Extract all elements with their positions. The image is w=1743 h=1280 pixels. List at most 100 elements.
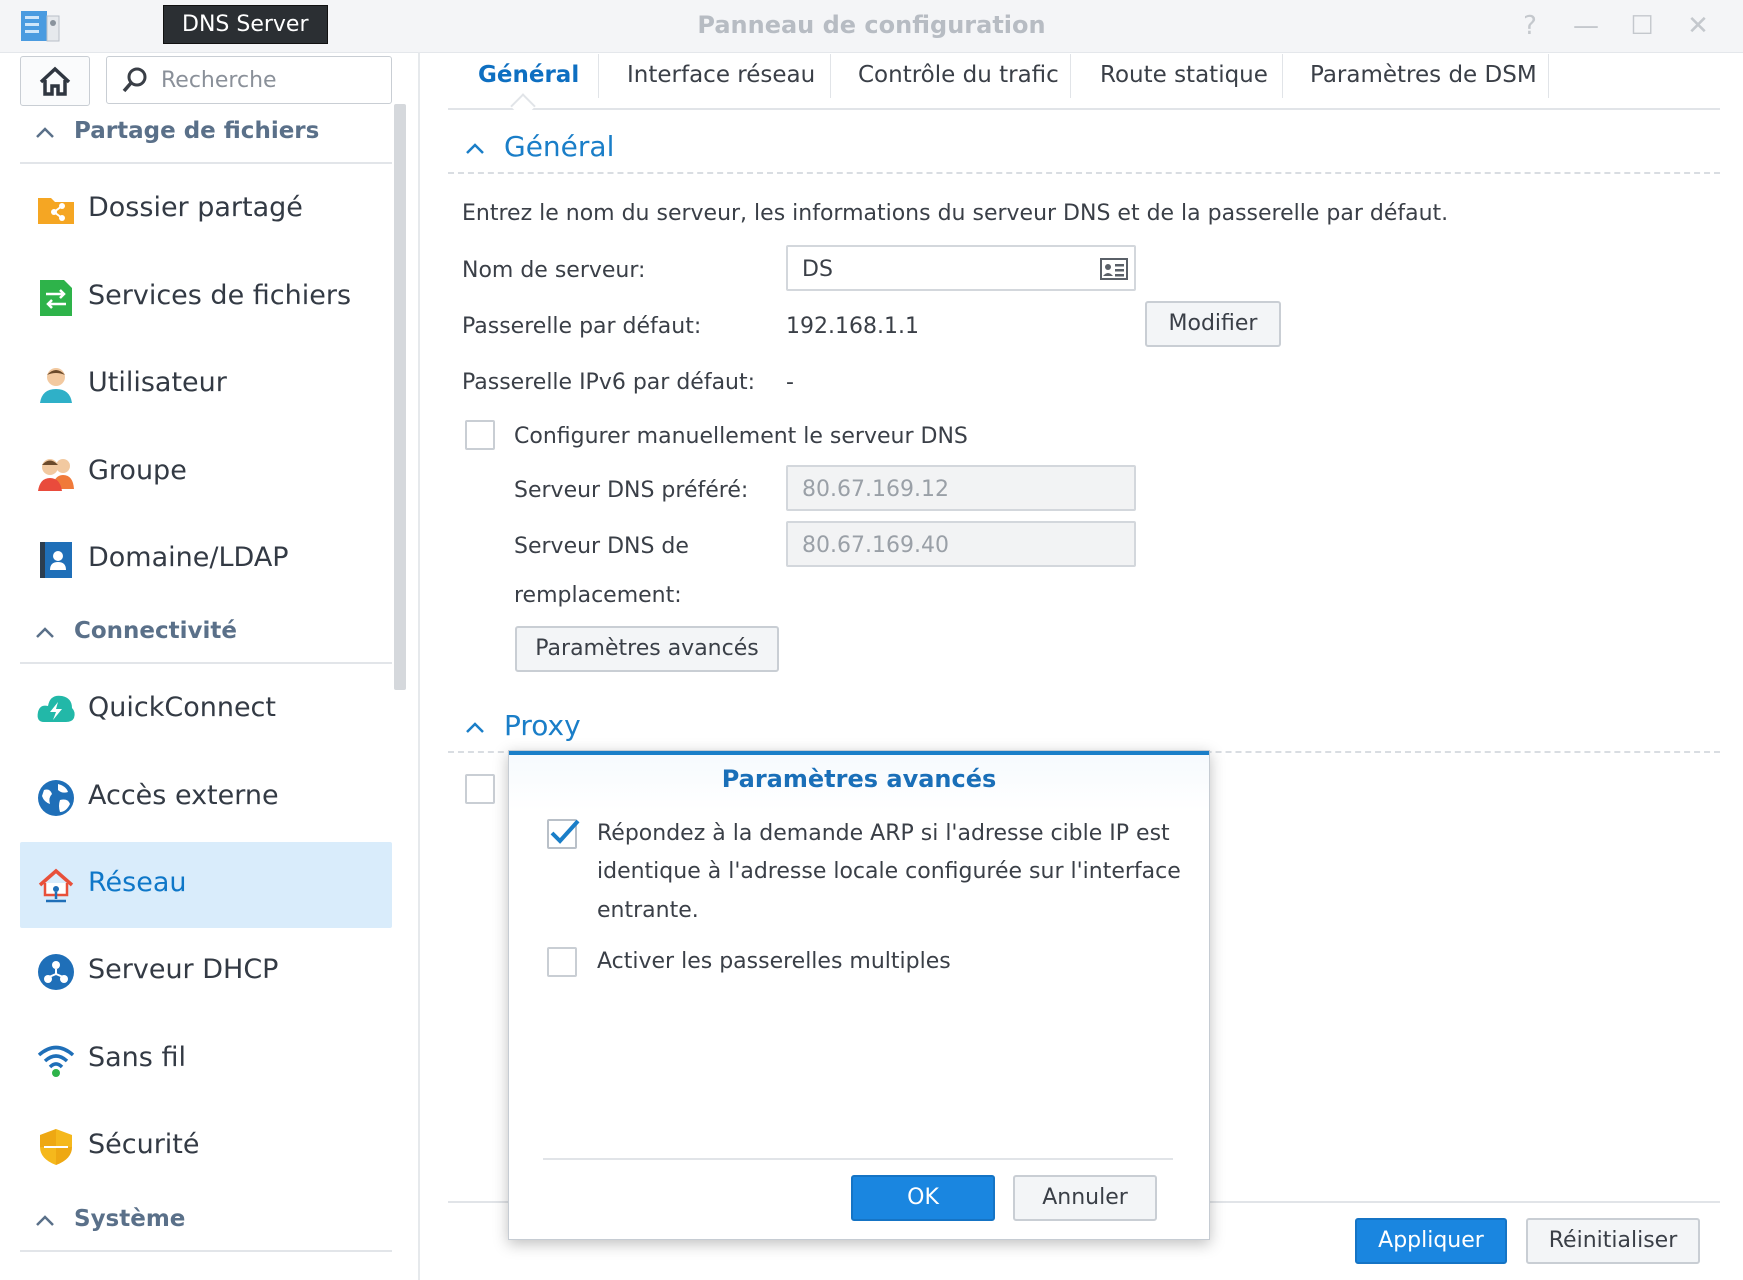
ipv6-gateway-label: Passerelle IPv6 par défaut: bbox=[462, 370, 756, 395]
home-icon bbox=[39, 66, 71, 96]
tab-traffic-control[interactable]: Contrôle du trafic bbox=[858, 62, 1059, 98]
search-icon bbox=[122, 67, 147, 93]
sidebar-item-domain-ldap[interactable]: Domaine/LDAP bbox=[20, 517, 392, 603]
server-name-label: Nom de serveur: bbox=[462, 258, 646, 283]
alternate-dns-label: Serveur DNS de bbox=[514, 534, 689, 559]
arp-response-label-line1: Répondez à la demande ARP si l'adresse c… bbox=[597, 821, 1170, 846]
search-box[interactable] bbox=[106, 56, 392, 104]
section-label: Système bbox=[74, 1206, 186, 1232]
sidebar-item-label: Services de fichiers bbox=[88, 280, 352, 311]
server-name-input[interactable]: DS bbox=[786, 245, 1136, 291]
tab-separator bbox=[1070, 54, 1071, 98]
sidebar-item-label: Réseau bbox=[88, 867, 187, 898]
chevron-up-icon[interactable] bbox=[464, 140, 486, 156]
section-system[interactable]: Système bbox=[20, 1194, 392, 1252]
sidebar-item-label: Utilisateur bbox=[88, 367, 227, 398]
tab-separator bbox=[1548, 54, 1549, 98]
section-label: Connectivité bbox=[74, 618, 238, 644]
ipv6-gateway-value: - bbox=[786, 370, 794, 395]
sidebar-item-group[interactable]: Groupe bbox=[20, 430, 392, 516]
file-services-icon bbox=[40, 280, 72, 316]
section-title-general: Général bbox=[504, 130, 615, 163]
section-title-proxy: Proxy bbox=[504, 709, 581, 742]
section-file-sharing[interactable]: Partage de fichiers bbox=[20, 106, 392, 164]
gateway-label: Passerelle par défaut: bbox=[462, 314, 702, 339]
search-input[interactable] bbox=[159, 63, 383, 97]
help-button[interactable]: ? bbox=[1512, 8, 1548, 44]
chevron-up-icon[interactable] bbox=[464, 719, 486, 735]
modify-gateway-button[interactable]: Modifier bbox=[1145, 301, 1281, 347]
arp-response-label-line2: identique à l'adresse locale configurée … bbox=[597, 859, 1181, 884]
dhcp-server-icon bbox=[38, 954, 74, 990]
tab-separator bbox=[598, 54, 599, 98]
reset-button[interactable]: Réinitialiser bbox=[1526, 1218, 1700, 1264]
manual-dns-label: Configurer manuellement le serveur DNS bbox=[514, 424, 968, 449]
domain-ldap-icon bbox=[40, 542, 72, 578]
sidebar-item-label: Sécurité bbox=[88, 1129, 200, 1160]
sidebar-item-label: Groupe bbox=[88, 455, 187, 486]
tab-separator bbox=[830, 54, 831, 98]
alternate-dns-label-cont: remplacement: bbox=[514, 583, 682, 608]
preferred-dns-input[interactable]: 80.67.169.12 bbox=[786, 465, 1136, 511]
sidebar-item-file-services[interactable]: Services de fichiers bbox=[20, 255, 392, 341]
section-connectivity[interactable]: Connectivité bbox=[20, 606, 392, 664]
multiple-gateways-checkbox[interactable] bbox=[547, 947, 577, 977]
advanced-settings-dialog: Paramètres avancés Répondez à la demande… bbox=[508, 750, 1210, 1240]
section-label: Partage de fichiers bbox=[74, 118, 320, 144]
sidebar-item-network[interactable]: Réseau bbox=[20, 842, 392, 928]
tab-network-interface[interactable]: Interface réseau bbox=[627, 62, 815, 98]
contact-card-icon[interactable] bbox=[1100, 258, 1128, 280]
shared-folder-icon bbox=[38, 198, 74, 224]
sidebar-item-label: Sans fil bbox=[88, 1042, 186, 1073]
sidebar-item-user[interactable]: Utilisateur bbox=[20, 342, 392, 428]
sidebar-item-label: Domaine/LDAP bbox=[88, 542, 289, 573]
sidebar-scrollbar[interactable] bbox=[394, 104, 406, 690]
security-icon bbox=[40, 1129, 72, 1165]
manual-dns-checkbox[interactable] bbox=[465, 420, 495, 450]
sidebar-item-wireless[interactable]: Sans fil bbox=[20, 1017, 392, 1103]
group-icon bbox=[38, 459, 74, 491]
sidebar-item-label: Dossier partagé bbox=[88, 192, 303, 223]
multiple-gateways-label: Activer les passerelles multiples bbox=[597, 949, 951, 974]
tab-separator bbox=[1282, 54, 1283, 98]
dialog-title: Paramètres avancés bbox=[721, 765, 997, 793]
dialog-footer-divider bbox=[543, 1158, 1173, 1160]
preferred-dns-label: Serveur DNS préféré: bbox=[514, 478, 749, 503]
section-divider bbox=[448, 172, 1720, 174]
quickconnect-icon bbox=[37, 695, 75, 722]
sidebar-item-quickconnect[interactable]: QuickConnect bbox=[20, 667, 392, 753]
checkmark-icon bbox=[550, 819, 580, 844]
network-icon bbox=[38, 868, 74, 903]
tab-static-route[interactable]: Route statique bbox=[1100, 62, 1268, 98]
sidebar-divider bbox=[418, 52, 420, 1280]
gateway-value: 192.168.1.1 bbox=[786, 314, 919, 339]
apply-button[interactable]: Appliquer bbox=[1355, 1218, 1507, 1264]
close-button[interactable]: ✕ bbox=[1680, 8, 1716, 44]
tab-dsm-settings[interactable]: Paramètres de DSM bbox=[1310, 62, 1537, 98]
external-access-icon bbox=[38, 780, 74, 816]
alternate-dns-input[interactable]: 80.67.169.40 bbox=[786, 521, 1136, 567]
sidebar-item-shared-folder[interactable]: Dossier partagé bbox=[20, 167, 392, 253]
advanced-settings-button[interactable]: Paramètres avancés bbox=[515, 626, 779, 672]
sidebar-item-label: Accès externe bbox=[88, 780, 279, 811]
minimize-button[interactable]: — bbox=[1568, 8, 1604, 44]
home-button[interactable] bbox=[20, 56, 90, 106]
sidebar-item-dhcp-server[interactable]: Serveur DHCP bbox=[20, 929, 392, 1015]
wireless-icon bbox=[37, 1045, 75, 1077]
chevron-up-icon bbox=[36, 1215, 54, 1226]
sidebar-item-label: QuickConnect bbox=[88, 692, 276, 723]
arp-response-checkbox[interactable] bbox=[547, 819, 580, 849]
user-icon bbox=[40, 368, 72, 403]
proxy-checkbox[interactable] bbox=[465, 774, 495, 804]
tab-general[interactable]: Général bbox=[478, 62, 579, 98]
ok-button[interactable]: OK bbox=[851, 1175, 995, 1221]
arp-response-label-line3: entrante. bbox=[597, 898, 699, 923]
maximize-button[interactable]: ☐ bbox=[1624, 8, 1660, 44]
general-description: Entrez le nom du serveur, les informatio… bbox=[462, 201, 1449, 226]
chevron-up-icon bbox=[36, 627, 54, 638]
server-name-value: DS bbox=[802, 257, 833, 282]
chevron-up-icon bbox=[36, 127, 54, 138]
sidebar-item-security[interactable]: Sécurité bbox=[20, 1104, 392, 1190]
sidebar-item-external-access[interactable]: Accès externe bbox=[20, 755, 392, 841]
cancel-button[interactable]: Annuler bbox=[1013, 1175, 1157, 1221]
